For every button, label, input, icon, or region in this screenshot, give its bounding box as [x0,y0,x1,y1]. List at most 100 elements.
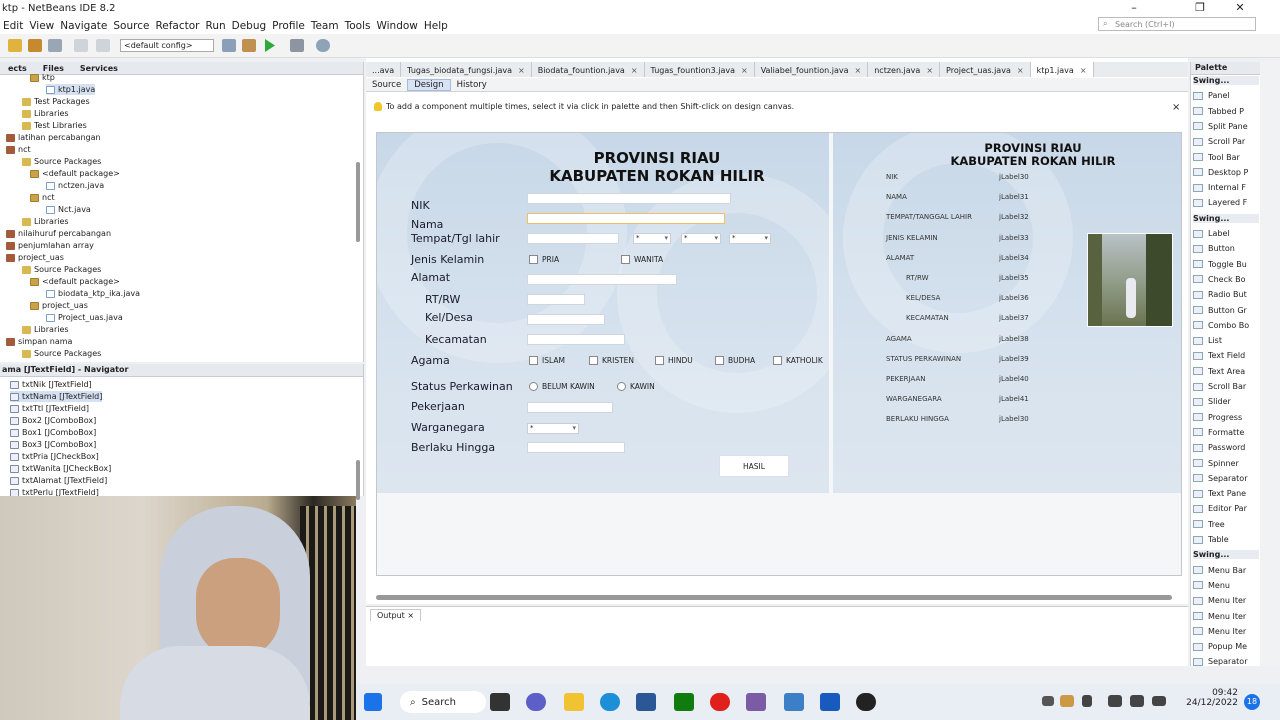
navigator-item[interactable]: Box3 [JComboBox] [10,439,96,450]
design-canvas[interactable]: PROVINSI RIAU KABUPATEN ROKAN HILIR NIK … [376,132,1182,576]
file-tab[interactable]: nctzen.java × [868,62,941,77]
run-icon[interactable] [265,39,275,52]
netbeans-icon[interactable] [784,693,804,711]
menu-navigate[interactable]: Navigate [60,20,107,32]
close-icon[interactable]: × [741,66,748,75]
media-icon[interactable] [746,693,766,711]
palette-item[interactable]: Progress [1193,413,1259,422]
palette-item[interactable]: Text Area [1193,367,1259,376]
palette-item[interactable]: Button Gr [1193,306,1259,315]
year-combo[interactable]: * [729,233,771,244]
palette-item[interactable]: Panel [1193,91,1259,100]
navigator-item[interactable]: Box2 [JComboBox] [10,415,96,426]
file-tab[interactable]: ...ava [366,62,402,77]
close-icon[interactable]: × [1080,66,1087,75]
palette-item[interactable]: Separator [1193,657,1259,666]
navigator-scrollbar[interactable] [356,460,360,500]
tray-app-icon[interactable] [1060,695,1074,707]
tree-item[interactable]: project_uas [30,300,88,311]
palette-item[interactable]: Tabbed P [1193,107,1259,116]
menu-edit[interactable]: Edit [3,20,23,32]
palette-item[interactable]: Slider [1193,397,1259,406]
maximize-button[interactable]: ❐ [1180,0,1220,16]
navigator-item[interactable]: txtWanita [JCheckBox] [10,463,111,474]
menu-view[interactable]: View [29,20,54,32]
input-form-panel[interactable]: PROVINSI RIAU KABUPATEN ROKAN HILIR NIK … [377,133,829,493]
menu-run[interactable]: Run [206,20,226,32]
task-view-icon[interactable] [490,693,510,711]
rtrw-field[interactable] [527,294,585,305]
file-explorer-icon[interactable] [564,693,584,711]
undo-icon[interactable] [74,39,88,52]
tree-item[interactable]: Source Packages [22,264,101,275]
palette-item[interactable]: Table [1193,535,1259,544]
nik-field[interactable] [527,193,731,204]
navigator-item[interactable]: txtPria [JCheckBox] [10,451,99,462]
palette-item[interactable]: Button [1193,244,1259,253]
religion-checkbox-hindu[interactable]: HINDU [655,356,693,365]
checkbox-box[interactable] [529,356,538,365]
tree-item[interactable]: simpan nama [6,336,72,347]
palette-item[interactable]: Menu [1193,581,1259,590]
checkbox-box[interactable] [655,356,664,365]
ktp-photo[interactable] [1087,233,1173,327]
ttl-field[interactable] [527,233,619,244]
menu-team[interactable]: Team [311,20,339,32]
close-icon[interactable]: × [631,66,638,75]
tree-item[interactable]: biodata_ktp_ika.java [46,288,140,299]
microphone-icon[interactable] [1082,695,1092,707]
palette-item[interactable]: Menu Bar [1193,566,1259,575]
file-tab[interactable]: Tugas_fountion3.java × [645,62,755,77]
profile-icon[interactable] [316,39,330,52]
tree-item[interactable]: Source Packages [22,156,101,167]
palette-item[interactable]: Menu Iter [1193,596,1259,605]
tree-item[interactable]: nct [6,144,31,155]
search-input[interactable]: ⌕ Search (Ctrl+I) [1098,17,1256,31]
religion-checkbox-katholik[interactable]: KATHOLIK [773,356,823,365]
menu-profile[interactable]: Profile [272,20,305,32]
edge-icon[interactable] [600,693,620,711]
file-tab[interactable]: Valiabel_fountion.java × [755,62,869,77]
ktp-result-panel[interactable]: PROVINSI RIAU KABUPATEN ROKAN HILIR NIK j… [833,133,1181,493]
tree-item[interactable]: Nct.java [46,204,91,215]
tree-item[interactable]: ktp1.java [46,84,96,95]
kecamatan-field[interactable] [527,334,625,345]
tab-design[interactable]: Design [407,78,451,91]
menu-help[interactable]: Help [424,20,448,32]
clean-build-icon[interactable] [242,39,256,52]
file-tab[interactable]: Project_uas.java × [940,62,1031,77]
tab-output[interactable]: Output × [370,609,422,621]
menu-window[interactable]: Window [376,20,417,32]
checkbox-box[interactable] [589,356,598,365]
clock[interactable]: 09:42 24/12/2022 [1178,688,1238,708]
tree-item[interactable]: Source Packages [22,348,101,359]
tree-item[interactable]: Test Libraries [22,120,87,131]
close-button[interactable]: ✕ [1220,0,1260,16]
build-icon[interactable] [222,39,236,52]
store-icon[interactable] [636,693,656,711]
alamat-field[interactable] [527,274,677,285]
navigator-item[interactable]: txtAlamat [JTextField] [10,475,107,486]
palette-item[interactable]: Password [1193,443,1259,452]
tree-item[interactable]: Libraries [22,324,69,335]
tree-item[interactable]: Libraries [22,216,69,227]
tree-item[interactable]: ktp [30,72,55,83]
tab-services[interactable]: Services [72,64,126,73]
palette-item[interactable]: Layered F [1193,198,1259,207]
tree-item[interactable]: <default package> [30,168,120,179]
palette-item[interactable]: Split Pane [1193,122,1259,131]
tree-item[interactable]: Test Packages [22,96,90,107]
month-combo[interactable]: * [681,233,721,244]
taskbar-search[interactable]: ⌕ Search [400,691,486,713]
tree-item[interactable]: latihan percabangan [6,132,101,143]
debug-icon[interactable] [290,39,304,52]
tree-item[interactable]: <default package> [30,276,120,287]
pria-checkbox[interactable]: PRIA [529,255,559,264]
hint-close-button[interactable]: × [1172,102,1180,113]
palette-item[interactable]: Tree [1193,520,1259,529]
save-all-icon[interactable] [48,39,62,52]
volume-icon[interactable] [1130,695,1144,707]
notification-badge[interactable]: 18 [1244,694,1260,710]
palette-item[interactable]: Check Bo [1193,275,1259,284]
palette-item[interactable]: Internal F [1193,183,1259,192]
